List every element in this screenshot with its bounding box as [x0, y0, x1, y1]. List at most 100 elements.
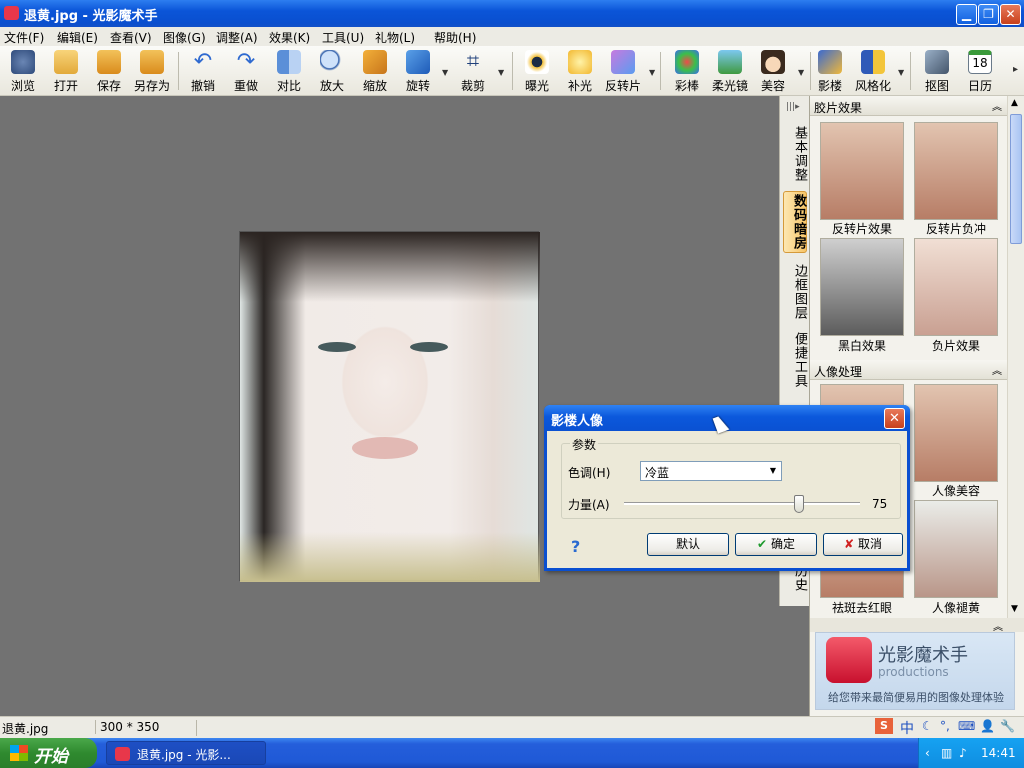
- thumb-label: 黑白效果: [837, 339, 886, 353]
- tab-quick-tools[interactable]: 便捷工具: [783, 332, 807, 388]
- browse-button[interactable]: 浏览: [0, 48, 46, 94]
- thumb-reversal-negative[interactable]: [914, 122, 998, 220]
- user-icon[interactable]: 👤: [980, 719, 995, 733]
- studio-button[interactable]: 影楼: [807, 48, 853, 94]
- dialog-title: 影楼人像: [551, 414, 604, 429]
- tone-label: 色调(H): [568, 466, 611, 480]
- reversal-film-button[interactable]: 反转片: [600, 48, 646, 94]
- crop-button[interactable]: ⌗ 裁剪: [450, 48, 496, 94]
- soft-focus-button[interactable]: 柔光镜: [707, 48, 753, 94]
- thumb-reversal-film[interactable]: [820, 122, 904, 220]
- calendar-button[interactable]: 18 日历: [957, 48, 1003, 94]
- help-icon[interactable]: ?: [571, 537, 580, 556]
- scrollbar-thumb[interactable]: [1010, 114, 1022, 244]
- cutout-button[interactable]: 抠图: [914, 48, 960, 94]
- minimize-button[interactable]: ▁: [956, 4, 977, 25]
- thumb-label: 人像褪黄: [931, 601, 980, 615]
- status-bar: 退黄.jpg 300 * 350 S 中 ☾ °, ⌨ 👤 🔧: [0, 716, 1024, 738]
- chevron-up-icon[interactable]: ︽: [992, 362, 1002, 377]
- scroll-up-icon[interactable]: ▲: [1011, 98, 1018, 108]
- moon-icon[interactable]: ☾: [922, 719, 933, 733]
- save-as-button[interactable]: 另存为: [129, 48, 175, 94]
- promo-banner[interactable]: 光影魔术手 productions 给您带来最简便易用的图像处理体验: [815, 632, 1015, 710]
- volume-icon[interactable]: ♪: [959, 746, 967, 760]
- dialog-close-button[interactable]: ✕: [884, 408, 905, 429]
- cutout-icon: [925, 50, 949, 74]
- menu-file[interactable]: 文件(F): [4, 29, 44, 46]
- ok-button[interactable]: ✔ 确定: [735, 533, 817, 556]
- taskbar-window-item[interactable]: 退黄.jpg - 光影...: [106, 741, 266, 765]
- toolbar: 浏览 打开 保存 另存为 ↶ 撤销 ↷ 重做 对比 放大 缩放 旋转 ▼ ⌗ 裁剪 ▼…: [0, 46, 1024, 96]
- chevron-up-icon[interactable]: ︽: [992, 98, 1002, 113]
- tab-digital-darkroom[interactable]: 数码暗房: [783, 191, 807, 253]
- menu-edit[interactable]: 编辑(E): [57, 29, 98, 46]
- film-dropdown-icon[interactable]: ▼: [649, 68, 655, 77]
- thumb-black-white[interactable]: [820, 238, 904, 336]
- resize-icon: [363, 50, 387, 74]
- rotate-button[interactable]: 旋转: [395, 48, 441, 94]
- rotate-icon: [406, 50, 430, 74]
- strength-slider[interactable]: [624, 495, 860, 513]
- resize-button[interactable]: 缩放: [352, 48, 398, 94]
- crop-dropdown-icon[interactable]: ▼: [498, 68, 504, 77]
- open-button[interactable]: 打开: [43, 48, 89, 94]
- chevron-up-icon[interactable]: ︽: [993, 618, 1003, 633]
- menu-effects[interactable]: 效果(K): [269, 29, 310, 46]
- tab-basic-adjust[interactable]: 基本调整: [783, 126, 807, 182]
- beauty-button[interactable]: 美容: [750, 48, 796, 94]
- stylize-dropdown-icon[interactable]: ▼: [898, 68, 904, 77]
- menu-help[interactable]: 帮助(H): [434, 29, 476, 46]
- close-button[interactable]: ✕: [1000, 4, 1021, 25]
- slider-knob[interactable]: [793, 495, 804, 513]
- redo-button[interactable]: ↷ 重做: [223, 48, 269, 94]
- thumb-portrait-unyellow[interactable]: [914, 500, 998, 598]
- menu-image[interactable]: 图像(G): [163, 29, 206, 46]
- collapse-icon[interactable]: |||▸: [786, 102, 800, 112]
- thumb-label: 反转片负冲: [925, 222, 986, 236]
- default-button[interactable]: 默认: [647, 533, 729, 556]
- clock[interactable]: 14:41: [981, 746, 1016, 760]
- undo-button[interactable]: ↶ 撤销: [180, 48, 226, 94]
- ime-logo-icon[interactable]: S: [875, 718, 893, 734]
- thumb-portrait-beauty[interactable]: [914, 384, 998, 482]
- keyboard-icon[interactable]: ⌨: [958, 719, 975, 733]
- exposure-button[interactable]: 曝光: [514, 48, 560, 94]
- group-label: 参数: [570, 436, 599, 453]
- toolbar-more-icon[interactable]: ▸: [1013, 64, 1018, 75]
- beauty-dropdown-icon[interactable]: ▼: [798, 68, 804, 77]
- menu-tools[interactable]: 工具(U): [322, 29, 364, 46]
- tone-select[interactable]: 冷蓝 ▼: [640, 461, 782, 481]
- section-film-effects[interactable]: 胶片效果 ︽: [810, 96, 1010, 116]
- color-wand-button[interactable]: 彩棒: [664, 48, 710, 94]
- start-button[interactable]: 开始: [0, 738, 97, 768]
- panel-scrollbar[interactable]: ▲ ▼: [1007, 96, 1024, 618]
- network-icon[interactable]: ▥: [941, 746, 952, 760]
- exposure-icon: [525, 50, 549, 74]
- status-dimensions: 300 * 350: [95, 720, 159, 734]
- stylize-icon: [861, 50, 885, 74]
- fill-light-button[interactable]: 补光: [557, 48, 603, 94]
- status-filename: 退黄.jpg: [2, 722, 49, 736]
- restore-button[interactable]: ❐: [978, 4, 999, 25]
- ime-mode[interactable]: 中: [900, 718, 914, 738]
- shoulders: [240, 532, 540, 582]
- rotate-dropdown-icon[interactable]: ▼: [442, 68, 448, 77]
- menu-adjust[interactable]: 调整(A): [216, 29, 258, 46]
- compare-button[interactable]: 对比: [266, 48, 312, 94]
- scroll-down-icon[interactable]: ▼: [1011, 604, 1018, 614]
- cancel-button[interactable]: ✘ 取消: [823, 533, 903, 556]
- punct-icon[interactable]: °,: [940, 719, 950, 733]
- tray-expand-icon[interactable]: ‹: [925, 746, 930, 760]
- save-button[interactable]: 保存: [86, 48, 132, 94]
- stylize-button[interactable]: 风格化: [850, 48, 896, 94]
- menu-gifts[interactable]: 礼物(L): [375, 29, 415, 46]
- thumb-negative[interactable]: [914, 238, 998, 336]
- thumb-label: 反转片效果: [831, 222, 892, 236]
- tab-frame-layers[interactable]: 边框图层: [783, 264, 807, 320]
- menu-view[interactable]: 查看(V): [110, 29, 152, 46]
- zoom-in-button[interactable]: 放大: [309, 48, 355, 94]
- studio-icon: [818, 50, 842, 74]
- section-portrait[interactable]: 人像处理 ︽: [810, 360, 1010, 380]
- chevron-down-icon[interactable]: ▼: [765, 462, 781, 480]
- wrench-icon[interactable]: 🔧: [1000, 719, 1015, 733]
